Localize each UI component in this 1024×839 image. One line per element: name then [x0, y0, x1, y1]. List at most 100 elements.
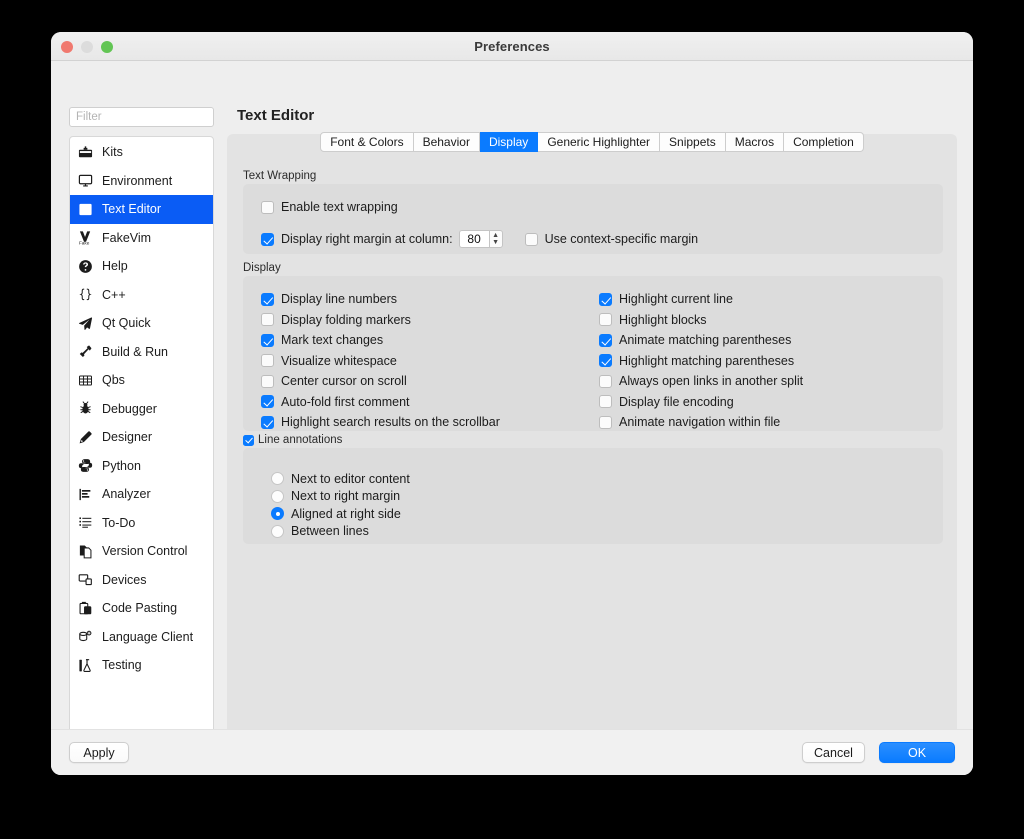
display-left-column: Display line numbers Display folding mark… — [261, 289, 500, 433]
sidebar-item-version-control[interactable]: Version Control — [70, 537, 213, 566]
checkbox[interactable] — [261, 333, 274, 347]
checkbox-row[interactable]: Center cursor on scroll — [261, 371, 500, 392]
sidebar-item-label: Debugger — [102, 401, 157, 416]
window-title: Preferences — [474, 38, 550, 54]
checkbox-label: Visualize whitespace — [281, 353, 397, 368]
radio-row[interactable]: Next to editor content — [271, 470, 943, 488]
sidebar-item-devices[interactable]: Devices — [70, 566, 213, 595]
stepper-buttons[interactable]: ▲ ▼ — [488, 230, 503, 248]
checkbox-row[interactable]: Animate navigation within file — [599, 412, 803, 433]
checkbox-row[interactable]: Visualize whitespace — [261, 351, 500, 372]
checkbox[interactable] — [261, 374, 274, 388]
sidebar-item-label: Devices — [102, 572, 147, 587]
line-annotations-header[interactable]: Line annotations — [243, 434, 943, 446]
checkbox[interactable] — [261, 292, 274, 306]
display-box: Display line numbers Display folding mark… — [243, 276, 943, 431]
sidebar-item-fakevim[interactable]: Fake FakeVim — [70, 224, 213, 253]
left-column: Kits Environment Text Editor Fake FakeVim Hel… — [69, 107, 214, 743]
close-button[interactable] — [61, 41, 73, 53]
checkbox-row[interactable]: Highlight current line — [599, 289, 803, 310]
zoom-button[interactable] — [101, 41, 113, 53]
apply-button[interactable]: Apply — [69, 742, 129, 763]
minimize-button[interactable] — [81, 41, 93, 53]
right-margin-row[interactable]: Display right margin at column: 80 ▲ ▼ U… — [261, 230, 943, 248]
context-margin-checkbox[interactable] — [524, 232, 538, 246]
radio-button[interactable] — [271, 472, 284, 486]
sidebar-item-label: Testing — [102, 658, 142, 673]
tab-display[interactable]: Display — [479, 132, 539, 152]
tab-macros[interactable]: Macros — [725, 132, 785, 152]
checkbox-row[interactable]: Highlight search results on the scrollba… — [261, 412, 500, 433]
sidebar-item-build-run[interactable]: Build & Run — [70, 338, 213, 367]
tab-behavior[interactable]: Behavior — [413, 132, 480, 152]
sidebar-item-help[interactable]: Help — [70, 252, 213, 281]
sidebar-item-environment[interactable]: Environment — [70, 167, 213, 196]
margin-column-value[interactable]: 80 — [458, 230, 489, 248]
context-margin-label: Use context-specific margin — [544, 232, 699, 246]
stepper-up-icon[interactable]: ▲ — [492, 232, 499, 239]
checkbox-row[interactable]: Auto-fold first comment — [261, 392, 500, 413]
margin-column-stepper[interactable]: 80 ▲ ▼ — [458, 230, 503, 248]
sidebar-item-analyzer[interactable]: Analyzer — [70, 480, 213, 509]
checkbox-row[interactable]: Display folding markers — [261, 310, 500, 331]
checkbox[interactable] — [599, 292, 612, 306]
radio-button[interactable] — [271, 524, 284, 538]
checkbox[interactable] — [261, 313, 274, 327]
sidebar-list: Kits Environment Text Editor Fake FakeVim Hel… — [69, 136, 214, 743]
right-margin-checkbox[interactable] — [261, 232, 274, 246]
checkbox[interactable] — [599, 313, 612, 327]
checkbox[interactable] — [599, 333, 612, 347]
checkbox-row[interactable]: Always open links in another split — [599, 371, 803, 392]
checkbox-row[interactable]: Highlight blocks — [599, 310, 803, 331]
ok-button[interactable]: OK — [879, 742, 955, 763]
checkbox[interactable] — [261, 415, 274, 429]
search-input[interactable] — [69, 107, 214, 127]
checkbox-row[interactable]: Mark text changes — [261, 330, 500, 351]
sidebar-item-python[interactable]: Python — [70, 452, 213, 481]
checkbox-label: Display folding markers — [281, 312, 411, 327]
checkbox[interactable] — [261, 395, 274, 409]
checkbox[interactable] — [599, 374, 612, 388]
cancel-button[interactable]: Cancel — [802, 742, 865, 763]
checkbox-row[interactable]: Animate matching parentheses — [599, 330, 803, 351]
checkbox-label: Animate matching parentheses — [619, 333, 792, 348]
sidebar-item-text-editor[interactable]: Text Editor — [70, 195, 213, 224]
radio-row[interactable]: Between lines — [271, 523, 943, 541]
line-annotations-checkbox[interactable] — [243, 434, 254, 446]
window-controls — [61, 41, 113, 53]
checkbox-row[interactable]: Highlight matching parentheses — [599, 351, 803, 372]
sidebar-item-designer[interactable]: Designer — [70, 423, 213, 452]
stepper-down-icon[interactable]: ▼ — [492, 239, 499, 246]
sidebar-item-label: Environment — [102, 173, 173, 188]
radio-button[interactable] — [271, 489, 284, 503]
radio-row[interactable]: Aligned at right side — [271, 505, 943, 523]
radio-row[interactable]: Next to right margin — [271, 488, 943, 506]
sidebar-item-language-client[interactable]: Language Client — [70, 623, 213, 652]
checkbox[interactable] — [599, 415, 612, 429]
sidebar-item-kits[interactable]: Kits — [70, 138, 213, 167]
tab-generic-highlighter[interactable]: Generic Highlighter — [538, 132, 661, 152]
enable-text-wrapping-row[interactable]: Enable text wrapping — [261, 200, 943, 214]
sidebar-item-qbs[interactable]: Qbs — [70, 366, 213, 395]
checkbox-row[interactable]: Display file encoding — [599, 392, 803, 413]
sidebar-item-to-do[interactable]: To-Do — [70, 509, 213, 538]
sidebar-item-c[interactable]: C++ — [70, 281, 213, 310]
right-margin-label: Display right margin at column: — [281, 232, 453, 246]
sidebar-item-qt-quick[interactable]: Qt Quick — [70, 309, 213, 338]
checkbox[interactable] — [599, 354, 612, 368]
tab-completion[interactable]: Completion — [784, 132, 864, 152]
sidebar-item-code-pasting[interactable]: Code Pasting — [70, 594, 213, 623]
checkbox-row[interactable]: Display line numbers — [261, 289, 500, 310]
sidebar-item-testing[interactable]: Testing — [70, 651, 213, 680]
enable-text-wrapping-checkbox[interactable] — [261, 200, 274, 214]
checkbox[interactable] — [599, 395, 612, 409]
checkbox[interactable] — [261, 354, 274, 368]
checkbox-label: Center cursor on scroll — [281, 374, 407, 389]
sidebar-item-debugger[interactable]: Debugger — [70, 395, 213, 424]
fakevim-icon: Fake — [77, 230, 93, 246]
tab-snippets[interactable]: Snippets — [660, 132, 726, 152]
sidebar-item-label: To-Do — [102, 515, 136, 530]
radio-button[interactable] — [271, 507, 284, 521]
checkbox-label: Display file encoding — [619, 394, 734, 409]
tab-font-colors[interactable]: Font & Colors — [320, 132, 414, 152]
